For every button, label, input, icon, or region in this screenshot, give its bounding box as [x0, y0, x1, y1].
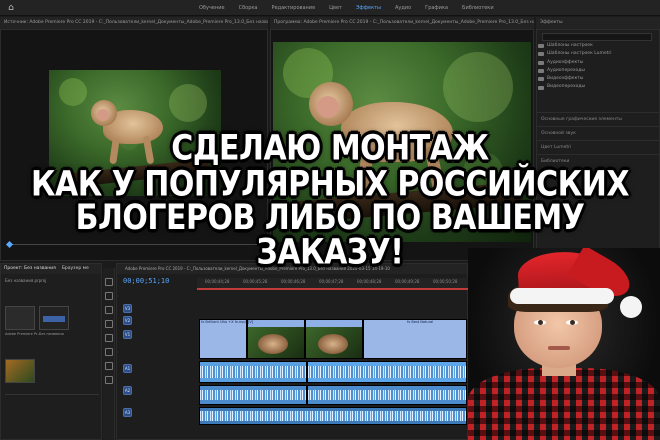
video-clip-monkey[interactable] [247, 319, 305, 359]
effects-item[interactable]: Аудиопереходы [538, 67, 612, 75]
track-a2-toggle[interactable]: A2 [123, 386, 132, 395]
video-clip[interactable] [199, 319, 247, 359]
effects-item[interactable]: Видеопереходы [538, 83, 612, 91]
track-a3-toggle[interactable]: A3 [123, 408, 132, 417]
audio-clip-4[interactable] [307, 385, 467, 405]
audio-clip-5[interactable] [199, 407, 467, 425]
audio-clip[interactable] [199, 361, 307, 383]
blogger-photo [468, 248, 660, 440]
tab-learning[interactable]: Обучение [192, 0, 232, 16]
folder-icon [538, 85, 544, 90]
effects-search-input[interactable] [542, 33, 652, 41]
track-v1-toggle[interactable]: V1 [123, 330, 132, 339]
folder-icon [538, 77, 544, 82]
tools-panel [103, 268, 115, 440]
workspace-tabs: Обучение Сборка Редактирование Цвет Эффе… [192, 0, 501, 16]
home-icon[interactable]: ⌂ [0, 0, 22, 16]
ripple-edit-tool-icon[interactable] [105, 306, 113, 314]
effects-item[interactable]: Видеоэффекты [538, 75, 612, 83]
effects-item[interactable]: Шаблоны настроек [538, 42, 612, 50]
clip-name: Adobe Premiere Pr... [5, 332, 41, 336]
razor-tool-icon[interactable] [105, 320, 113, 328]
folder-icon [538, 69, 544, 74]
sequence-thumbnail[interactable] [39, 306, 69, 330]
tab-editing[interactable]: Редактирование [265, 0, 323, 16]
tiger-clip-thumbnail[interactable] [5, 359, 35, 383]
audio-clip-2[interactable] [307, 361, 467, 383]
type-tool-icon[interactable] [105, 376, 113, 384]
tab-assembly[interactable]: Сборка [232, 0, 265, 16]
effects-panel-title[interactable]: Эффекты [536, 17, 660, 29]
selection-tool-icon[interactable] [105, 278, 113, 286]
timeline-panel: Adobe Premiere Pro CC 2019 - C:_Пользова… [116, 263, 469, 440]
track-a1-toggle[interactable]: A1 [123, 364, 132, 373]
tab-color[interactable]: Цвет [322, 0, 349, 16]
headline-line-1: СДЕЛАЮ МОНТАЖ [171, 128, 489, 169]
tab-audio[interactable]: Аудио [388, 0, 418, 16]
folder-icon [538, 60, 544, 65]
sequence-name: Без названия [39, 332, 64, 336]
tab-effects[interactable]: Эффекты [349, 0, 388, 16]
program-monitor-title[interactable]: Программа: Adobe Premiere Pro CC 2019 - … [270, 17, 534, 29]
clip-label-2: fx Best Natural [407, 320, 434, 324]
timeline-ruler[interactable]: 00;00;44;28 00;00;45;28 00;00;46;28 00;0… [197, 278, 469, 288]
section-essential-graphics[interactable]: Основные графические элементы [536, 112, 660, 126]
clip-label: fx Brilliant Ulta +X fx.mp4 [V] [201, 320, 254, 324]
hand-tool-icon[interactable] [105, 362, 113, 370]
clip-thumbnail[interactable] [5, 306, 35, 330]
effects-item[interactable]: Аудиоэффекты [538, 59, 612, 67]
timeline-timecode[interactable]: 00;00;51;10 [123, 277, 169, 285]
track-v3-toggle[interactable]: V3 [123, 304, 132, 313]
track-select-tool-icon[interactable] [105, 292, 113, 300]
tab-libraries[interactable]: Библиотеки [455, 0, 501, 16]
slip-tool-icon[interactable] [105, 334, 113, 342]
effects-item[interactable]: Шаблоны настроек Lumetri [538, 50, 612, 58]
effects-folder-list: Шаблоны настроек Шаблоны настроек Lumetr… [538, 42, 612, 92]
source-monitor-title[interactable]: Источник: Adobe Premiere Pro CC 2019 - C… [0, 17, 268, 29]
track-v2-toggle[interactable]: V2 [123, 316, 132, 325]
headline-line-3: БЛОГЕРОВ ЛИБО ПО ВАШЕМУ ЗАКАЗУ! [75, 198, 585, 273]
video-clip-2[interactable] [363, 319, 467, 359]
tab-graphics[interactable]: Графика [418, 0, 455, 16]
project-panel: Проект: Без названия Браузер ме Без назв… [0, 263, 102, 440]
workspace-bar: ⌂ Обучение Сборка Редактирование Цвет Эф… [0, 0, 660, 16]
pen-tool-icon[interactable] [105, 348, 113, 356]
video-clip-monkey-2[interactable] [305, 319, 363, 359]
project-file: Без названия.prproj [5, 278, 47, 283]
folder-icon [538, 52, 544, 57]
audio-clip-3[interactable] [199, 385, 307, 405]
folder-icon [538, 44, 544, 49]
